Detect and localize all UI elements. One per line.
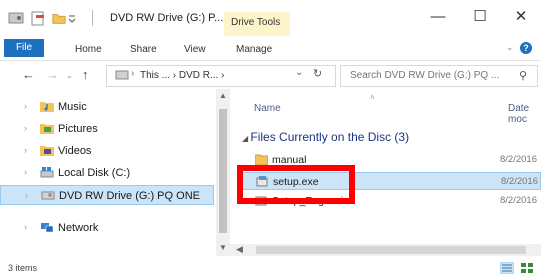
large-icons-view-icon[interactable] xyxy=(520,262,534,274)
navigation-pane: › Music › Pictures › Videos › Local Disk… xyxy=(0,89,216,256)
group-header[interactable]: ◢ Files Currently on the Disc (3) xyxy=(242,130,409,144)
nav-item-local-disk[interactable]: › Local Disk (C:) xyxy=(0,163,214,183)
nav-label: Videos xyxy=(58,145,92,157)
refresh-icon[interactable]: ↻ xyxy=(313,67,322,80)
network-icon xyxy=(41,223,54,233)
drive-path-icon xyxy=(115,70,129,80)
sort-indicator-icon: ˄ xyxy=(370,93,375,102)
nav-label: Music xyxy=(58,101,87,113)
tab-view[interactable]: View xyxy=(184,44,206,55)
nav-item-dvd-drive[interactable]: › DVD RW Drive (G:) PQ ONE xyxy=(0,185,214,205)
status-bar: 3 items xyxy=(0,258,541,277)
scroll-down-icon[interactable]: ▼ xyxy=(219,243,227,252)
window-title: DVD RW Drive (G:) P... xyxy=(110,12,224,24)
close-button[interactable]: ✕ xyxy=(503,6,539,28)
recent-locations-icon[interactable]: ⌄ xyxy=(66,71,73,80)
expand-arrow-icon[interactable]: › xyxy=(24,222,27,232)
item-count: 3 items xyxy=(8,263,38,273)
column-header-date[interactable]: Date moc xyxy=(508,103,541,125)
up-icon[interactable]: ↑ xyxy=(82,67,89,82)
drive-tools-label: Drive Tools xyxy=(231,17,281,28)
group-header-label: Files Currently on the Disc (3) xyxy=(250,130,410,144)
highlight-box xyxy=(237,165,355,204)
horizontal-scrollbar-thumb[interactable] xyxy=(256,246,526,254)
file-date: 8/2/2016 xyxy=(501,176,538,187)
videos-folder-icon xyxy=(40,146,54,156)
details-view-icon[interactable] xyxy=(500,262,514,274)
back-icon[interactable]: ← xyxy=(22,67,35,82)
title-separator xyxy=(92,10,93,26)
pictures-folder-icon xyxy=(40,124,54,134)
search-icon[interactable]: ⚲ xyxy=(519,69,527,82)
expand-arrow-icon[interactable]: › xyxy=(24,101,27,111)
search-input[interactable] xyxy=(348,69,517,82)
scrollbar-thumb[interactable] xyxy=(219,109,227,233)
tab-file[interactable]: File xyxy=(4,39,44,57)
path-separator-icon: › xyxy=(131,68,135,79)
navigation-scrollbar[interactable]: ▲ ▼ xyxy=(216,89,230,256)
nav-label: Network xyxy=(58,222,99,234)
properties-icon[interactable] xyxy=(30,10,46,26)
expand-arrow-icon[interactable]: › xyxy=(24,123,27,133)
music-folder-icon xyxy=(40,102,54,112)
quick-access-dropdown-icon[interactable] xyxy=(68,10,76,26)
column-header-name[interactable]: Name xyxy=(254,103,281,114)
ribbon-tabs: File Home Share View Manage ⌄ ? xyxy=(0,36,541,61)
file-date: 8/2/2016 xyxy=(500,195,537,206)
nav-label: Pictures xyxy=(58,123,98,135)
tab-home[interactable]: Home xyxy=(75,44,102,55)
nav-item-videos[interactable]: › Videos xyxy=(0,141,214,161)
address-row: ← → ⌄ ↑ › ⌄ ↻ This ... › DVD R... › ⚲ xyxy=(0,61,541,89)
minimize-button[interactable]: — xyxy=(420,6,456,28)
tab-manage[interactable]: Manage xyxy=(236,44,272,55)
local-disk-icon xyxy=(40,167,54,178)
address-dropdown-icon[interactable]: ⌄ xyxy=(295,67,303,78)
scroll-up-icon[interactable]: ▲ xyxy=(219,91,227,100)
nav-item-pictures[interactable]: › Pictures xyxy=(0,119,214,139)
nav-label: Local Disk (C:) xyxy=(58,167,131,179)
nav-item-network[interactable]: › Network xyxy=(0,218,214,238)
tab-share[interactable]: Share xyxy=(130,44,157,55)
expand-arrow-icon[interactable]: › xyxy=(24,167,27,177)
horizontal-scrollbar[interactable]: ◀ xyxy=(230,244,541,256)
forward-icon[interactable]: → xyxy=(46,67,59,82)
search-box[interactable]: ⚲ xyxy=(340,65,538,87)
maximize-button[interactable]: ☐ xyxy=(462,6,498,28)
nav-label: DVD RW Drive (G:) PQ ONE xyxy=(59,190,200,202)
nav-item-music[interactable]: › Music xyxy=(0,97,214,117)
title-bar: DVD RW Drive (G:) P... Drive Tools — ☐ ✕ xyxy=(0,0,541,36)
file-date: 8/2/2016 xyxy=(500,154,537,165)
new-folder-icon[interactable] xyxy=(52,10,66,26)
expand-arrow-icon[interactable]: › xyxy=(25,190,28,200)
ribbon-expand-icon[interactable]: ⌄ xyxy=(506,42,514,53)
address-path: This ... › DVD R... › xyxy=(140,70,225,81)
help-icon[interactable]: ? xyxy=(520,42,532,54)
expand-arrow-icon[interactable]: › xyxy=(24,145,27,155)
scroll-left-icon[interactable]: ◀ xyxy=(236,244,243,255)
dvd-drive-icon xyxy=(41,191,55,200)
drive-app-icon xyxy=(8,12,24,24)
